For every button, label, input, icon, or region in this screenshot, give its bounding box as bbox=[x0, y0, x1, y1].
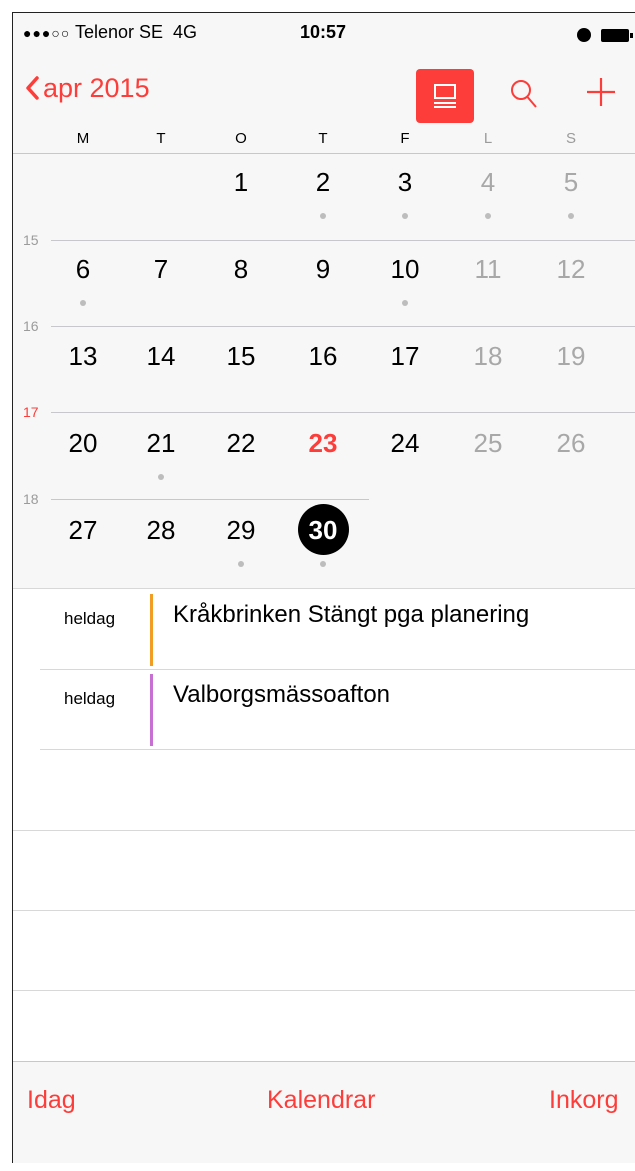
carrier-info: ●●●○○ Telenor SE 4G bbox=[23, 22, 197, 43]
row-divider bbox=[13, 990, 635, 991]
add-event-button[interactable] bbox=[586, 77, 616, 112]
event-row[interactable]: heldag Valborgsmässoafton bbox=[40, 669, 635, 750]
week-number: 17 bbox=[23, 404, 39, 420]
calendar-day[interactable]: 24 bbox=[378, 428, 432, 459]
search-button[interactable] bbox=[510, 79, 538, 114]
calendar-day[interactable]: 9 bbox=[296, 254, 350, 285]
weekday-header: MTOTFLS bbox=[13, 125, 635, 154]
calendar-day[interactable]: 11 bbox=[461, 254, 515, 285]
status-time: 10:57 bbox=[300, 22, 347, 42]
event-time: heldag bbox=[64, 609, 116, 628]
calendar-day[interactable]: 12 bbox=[544, 254, 598, 285]
weekday-label: T bbox=[318, 130, 328, 147]
event-indicator-dot bbox=[402, 300, 408, 306]
carrier-name: Telenor SE bbox=[74, 22, 164, 42]
calendar-day[interactable]: 20 bbox=[56, 428, 110, 459]
calendar-day[interactable]: 15 bbox=[214, 341, 268, 372]
plus-icon bbox=[587, 78, 615, 106]
week-number: 15 bbox=[23, 232, 39, 248]
week-number: 16 bbox=[23, 318, 39, 334]
tab-bar: Idag Kalendrar Inkorg bbox=[13, 1061, 635, 1134]
status-bar: ●●●○○ Telenor SE 4G 10:57 bbox=[13, 13, 635, 53]
status-icons bbox=[577, 24, 633, 45]
week-number: 18 bbox=[23, 491, 39, 507]
calendar-day[interactable]: 18 bbox=[461, 341, 515, 372]
event-indicator-dot bbox=[568, 213, 574, 219]
calendar-day[interactable]: 14 bbox=[134, 341, 188, 372]
calendar-day[interactable]: 2 bbox=[296, 167, 350, 198]
event-row[interactable]: heldag Kråkbrinken Stängt pga planering bbox=[40, 589, 635, 670]
calendar-day[interactable]: 13 bbox=[56, 341, 110, 372]
today-tab[interactable]: Idag bbox=[27, 1086, 76, 1115]
weekday-label: T bbox=[156, 130, 166, 147]
weekday-label: L bbox=[483, 130, 493, 147]
calendar-day[interactable]: 23 bbox=[296, 428, 350, 459]
calendar-day[interactable]: 29 bbox=[214, 515, 268, 546]
calendar-day[interactable]: 25 bbox=[461, 428, 515, 459]
calendar-day[interactable]: 30 bbox=[296, 515, 350, 546]
network-type: 4G bbox=[173, 22, 198, 42]
event-list: heldag Kråkbrinken Stängt pga planering … bbox=[13, 588, 635, 1062]
calendar-day[interactable]: 4 bbox=[461, 167, 515, 198]
calendar-day[interactable]: 19 bbox=[544, 341, 598, 372]
back-label: apr 2015 bbox=[43, 73, 150, 103]
inbox-tab[interactable]: Inkorg bbox=[549, 1086, 618, 1115]
weekday-label: M bbox=[76, 130, 90, 147]
list-view-button[interactable] bbox=[416, 69, 474, 123]
calendar-day[interactable]: 10 bbox=[378, 254, 432, 285]
chevron-left-icon bbox=[26, 76, 39, 100]
week-divider bbox=[51, 412, 635, 413]
row-divider bbox=[13, 910, 635, 911]
search-icon bbox=[511, 80, 537, 108]
event-indicator-dot bbox=[238, 561, 244, 567]
calendar-day[interactable]: 16 bbox=[296, 341, 350, 372]
calendar-day[interactable]: 5 bbox=[544, 167, 598, 198]
calendar-day[interactable]: 27 bbox=[56, 515, 110, 546]
row-divider bbox=[13, 830, 635, 831]
calendar-day[interactable]: 21 bbox=[134, 428, 188, 459]
calendar-day[interactable]: 22 bbox=[214, 428, 268, 459]
week-divider bbox=[51, 499, 369, 500]
event-time: heldag bbox=[64, 689, 116, 708]
calendar-day[interactable]: 17 bbox=[378, 341, 432, 372]
signal-strength: ●●●○○ bbox=[23, 25, 71, 41]
weekday-label: O bbox=[235, 130, 247, 147]
event-calendar-color bbox=[150, 674, 153, 746]
calendar-day[interactable]: 7 bbox=[134, 254, 188, 285]
event-calendar-color bbox=[150, 594, 153, 666]
list-view-icon bbox=[434, 84, 456, 108]
event-indicator-dot bbox=[485, 213, 491, 219]
alarm-icon bbox=[577, 28, 591, 43]
event-title: Kråkbrinken Stängt pga planering bbox=[173, 601, 530, 628]
weekday-label: F bbox=[400, 130, 410, 147]
calendar-day[interactable]: 26 bbox=[544, 428, 598, 459]
calendar-day[interactable]: 8 bbox=[214, 254, 268, 285]
week-divider bbox=[51, 326, 635, 327]
back-month-button[interactable]: apr 2015 bbox=[25, 73, 150, 104]
event-indicator-dot bbox=[80, 300, 86, 306]
calendar-day[interactable]: 28 bbox=[134, 515, 188, 546]
calendar-day[interactable]: 6 bbox=[56, 254, 110, 285]
weekday-label: S bbox=[565, 130, 576, 147]
event-indicator-dot bbox=[320, 213, 326, 219]
nav-bar: apr 2015 bbox=[13, 53, 635, 123]
calendar-day[interactable]: 1 bbox=[214, 167, 268, 198]
calendar-day[interactable]: 3 bbox=[378, 167, 432, 198]
event-indicator-dot bbox=[158, 474, 164, 480]
calendar-app: ●●●○○ Telenor SE 4G 10:57 apr 2015 M T O… bbox=[12, 12, 635, 1163]
calendars-tab[interactable]: Kalendrar bbox=[267, 1086, 375, 1115]
event-indicator-dot bbox=[402, 213, 408, 219]
week-divider bbox=[51, 240, 635, 241]
battery-icon bbox=[601, 28, 633, 42]
event-indicator-dot bbox=[320, 561, 326, 567]
event-title: Valborgsmässoafton bbox=[173, 681, 391, 708]
